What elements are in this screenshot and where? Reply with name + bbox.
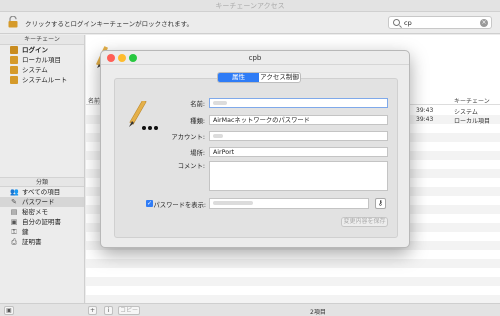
- category-label: 鍵: [22, 228, 29, 236]
- certificate-icon: ▣: [10, 218, 18, 226]
- minimize-button[interactable]: [118, 54, 126, 62]
- sidebar-item-local[interactable]: ローカル項目: [0, 55, 84, 65]
- account-label: アカウント:: [171, 134, 205, 141]
- category-passwords[interactable]: ✎ パスワード: [0, 197, 84, 207]
- empty-row: [86, 259, 500, 268]
- window-titlebar: キーチェーンアクセス: [0, 0, 500, 12]
- category-label: パスワード: [22, 198, 55, 206]
- row-date: 39:43: [416, 107, 434, 114]
- category-keys[interactable]: ⚿ 鍵: [0, 227, 84, 237]
- sidebar-item-label: ローカル項目: [22, 56, 61, 64]
- category-header: 分類: [0, 177, 84, 187]
- lock-hint-text: クリックするとログインキーチェーンがロックされます。: [25, 20, 194, 28]
- save-changes-button[interactable]: 変更内容を保存: [341, 217, 388, 227]
- category-label: すべての項目: [22, 188, 61, 196]
- category-certificates[interactable]: ⎙ 証明書: [0, 237, 84, 247]
- certificate-icon: ⎙: [11, 238, 17, 246]
- where-field[interactable]: AirPort: [209, 147, 388, 157]
- category-label: 証明書: [22, 238, 42, 246]
- account-field[interactable]: [209, 131, 388, 141]
- category-label: 秘密メモ: [22, 208, 48, 216]
- zoom-button[interactable]: [129, 54, 137, 62]
- window-title: キーチェーンアクセス: [215, 2, 285, 10]
- column-keychain[interactable]: キーチェーン: [454, 96, 490, 105]
- keychains-header: キーチェーン: [0, 35, 84, 45]
- item-detail-dialog: cpb 属性 アクセス制御 名前: 種類: AirMacネットワークのパスワード…: [100, 50, 410, 248]
- show-password-label: パスワードを表示:: [153, 202, 207, 209]
- keychain-icon: [10, 56, 18, 64]
- toggle-sidebar-button[interactable]: ▣: [4, 306, 14, 315]
- pencil-icon: ✎: [11, 198, 17, 206]
- kind-label: 種類:: [190, 118, 205, 125]
- name-field[interactable]: [209, 98, 388, 108]
- name-label: 名前:: [190, 101, 205, 108]
- redacted-value: [213, 201, 253, 205]
- copy-button[interactable]: コピー: [118, 306, 140, 315]
- status-bar: ▣ + i コピー 2項目: [0, 303, 500, 316]
- search-icon: [393, 19, 400, 26]
- tab-attributes[interactable]: 属性: [218, 73, 259, 82]
- redacted-value: [213, 101, 227, 105]
- row-date: 39:43: [416, 116, 434, 123]
- note-icon: ▤: [10, 208, 18, 216]
- category-secure-notes[interactable]: ▤ 秘密メモ: [0, 207, 84, 217]
- sidebar-item-system[interactable]: システム: [0, 65, 84, 75]
- password-field[interactable]: [209, 198, 369, 209]
- info-button[interactable]: i: [104, 306, 113, 315]
- sidebar-item-system-roots[interactable]: システムルート: [0, 75, 84, 85]
- search-input[interactable]: cp: [404, 19, 412, 27]
- tab-access-control[interactable]: アクセス制御: [259, 73, 300, 82]
- sidebar-item-label: システムルート: [22, 76, 68, 84]
- category-all-items[interactable]: 👥 すべての項目: [0, 187, 84, 197]
- category-my-certificates[interactable]: ▣ 自分の証明書: [0, 217, 84, 227]
- key-icon: ⚿: [11, 228, 17, 236]
- add-item-button[interactable]: +: [88, 306, 97, 315]
- comment-label: コメント:: [177, 163, 205, 170]
- comment-field[interactable]: [209, 161, 388, 191]
- redacted-value: [213, 134, 223, 138]
- sidebar-item-label: ログイン: [22, 46, 48, 54]
- people-icon: 👥: [10, 188, 19, 196]
- dialog-title: cpb: [101, 51, 409, 65]
- lock-icon[interactable]: [8, 16, 18, 28]
- unlocked-keychain-icon: [10, 46, 18, 54]
- column-name[interactable]: 名前: [88, 96, 100, 105]
- sidebar-item-label: システム: [22, 66, 48, 74]
- row-keychain: ローカル項目: [454, 118, 491, 125]
- keychain-icon: [10, 66, 18, 74]
- search-field[interactable]: cp ×: [388, 16, 492, 29]
- clear-search-icon[interactable]: ×: [480, 19, 488, 27]
- sidebar-item-login[interactable]: ログイン: [0, 45, 84, 55]
- tab-control: 属性 アクセス制御: [217, 72, 301, 83]
- category-label: 自分の証明書: [22, 218, 61, 226]
- where-label: 場所:: [190, 150, 205, 157]
- item-count: 2項目: [310, 309, 326, 316]
- sidebar: キーチェーン ログイン ローカル項目 システム システムルート 分類 👥 すべて…: [0, 35, 85, 303]
- keychain-icon: [10, 76, 18, 84]
- close-button[interactable]: [107, 54, 115, 62]
- kind-field[interactable]: AirMacネットワークのパスワード: [209, 115, 388, 125]
- key-icon[interactable]: ⚷: [375, 198, 386, 209]
- empty-row: [86, 277, 500, 286]
